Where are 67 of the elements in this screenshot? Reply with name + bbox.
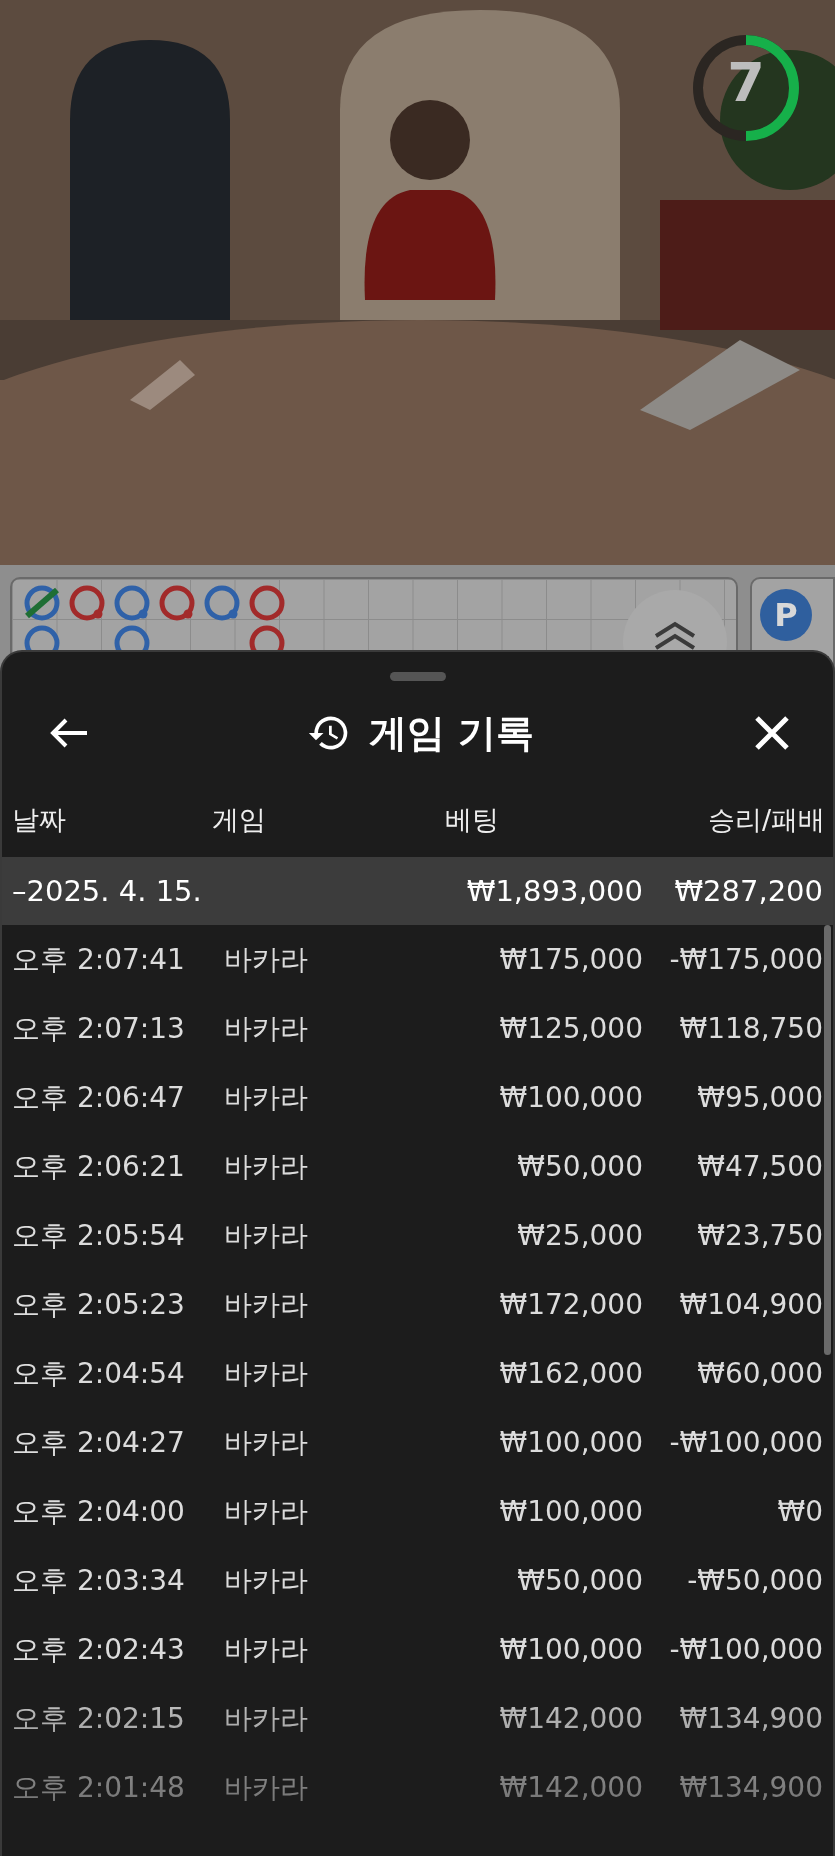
bet-cell-text: ₩175,000 <box>498 943 643 976</box>
time-cell-text: 오후 2:06:21 <box>12 1148 186 1185</box>
countdown-number: 7 <box>726 56 766 110</box>
bet-cell-text: ₩100,000 <box>498 1495 643 1528</box>
result-cell-text: -₩100,000 <box>668 1633 823 1666</box>
time-cell-text: 오후 2:04:00 <box>12 1493 186 1530</box>
date-cell-text: –2025. 4. 15. <box>12 874 203 908</box>
result-cell-text: ₩0 <box>776 1495 823 1528</box>
date-summary-row[interactable]: –2025. 4. 15. ₩1,893,000 ₩287,200 <box>2 857 833 925</box>
time-cell-text: 오후 2:02:15 <box>12 1700 186 1737</box>
bet-cell-text: ₩125,000 <box>498 1012 643 1045</box>
game-cell-text: 바카라 <box>224 1769 309 1806</box>
time-cell-text: 오후 2:04:54 <box>12 1355 186 1392</box>
time-cell-text: 오후 2:03:34 <box>12 1562 186 1599</box>
game-cell-text: 바카라 <box>224 1079 309 1116</box>
bet-cell-text: ₩162,000 <box>498 1357 643 1390</box>
bet-cell-text: ₩50,000 <box>516 1150 643 1183</box>
total-result-cell-text: ₩287,200 <box>673 874 823 908</box>
time-cell-text: 오후 2:07:41 <box>12 941 186 978</box>
result-cell-text: ₩134,900 <box>678 1702 823 1735</box>
bet-cell-text: ₩100,000 <box>498 1081 643 1114</box>
bet-cell-text: ₩25,000 <box>516 1219 643 1252</box>
result-cell-text: ₩47,500 <box>696 1150 823 1183</box>
close-icon <box>754 715 790 751</box>
game-cell-text: 바카라 <box>224 1493 309 1530</box>
result-cell-text: -₩100,000 <box>668 1426 823 1459</box>
game-cell-text: 바카라 <box>224 1700 309 1737</box>
column-header: 베팅 <box>445 803 500 837</box>
bet-cell-text: ₩172,000 <box>498 1288 643 1321</box>
game-cell-text: 바카라 <box>224 1217 309 1254</box>
result-cell-text: -₩50,000 <box>686 1564 823 1597</box>
time-cell-text: 오후 2:02:43 <box>12 1631 186 1668</box>
column-header: 승리/패배 <box>706 803 825 837</box>
bet-cell-text: ₩50,000 <box>516 1564 643 1597</box>
time-cell-text: 오후 2:04:27 <box>12 1424 186 1461</box>
drag-handle[interactable] <box>389 672 446 681</box>
result-cell-text: ₩134,900 <box>678 1771 823 1804</box>
game-cell-text: 바카라 <box>224 1286 309 1323</box>
game-cell-text: 바카라 <box>224 941 309 978</box>
game-cell-text: 바카라 <box>224 1631 309 1668</box>
time-cell-text: 오후 2:05:54 <box>12 1217 186 1254</box>
result-cell-text: ₩104,900 <box>678 1288 823 1321</box>
result-cell-text: -₩175,000 <box>668 943 823 976</box>
game-cell-text: 바카라 <box>224 1010 309 1047</box>
player-badge: P <box>760 589 812 641</box>
time-cell-text: 오후 2:06:47 <box>12 1079 186 1116</box>
bet-cell-text: ₩100,000 <box>498 1426 643 1459</box>
bet-cell-text: ₩100,000 <box>498 1633 643 1666</box>
sheet-title: 게임 기록 <box>368 709 535 757</box>
result-cell-text: ₩95,000 <box>696 1081 823 1114</box>
column-header: 날짜 <box>12 803 67 837</box>
time-cell-text: 오후 2:01:48 <box>12 1769 186 1806</box>
scrollbar[interactable] <box>824 925 831 1355</box>
back-arrow-icon <box>49 717 89 749</box>
bet-cell-text: ₩142,000 <box>498 1771 643 1804</box>
column-header: 게임 <box>212 803 267 837</box>
game-cell-text: 바카라 <box>224 1424 309 1461</box>
time-cell-text: 오후 2:05:23 <box>12 1286 186 1323</box>
game-cell-text: 바카라 <box>224 1355 309 1392</box>
result-cell-text: ₩23,750 <box>696 1219 823 1252</box>
time-cell-text: 오후 2:07:13 <box>12 1010 186 1047</box>
game-cell-text: 바카라 <box>224 1148 309 1185</box>
result-cell-text: ₩60,000 <box>696 1357 823 1390</box>
total-bet-cell-text: ₩1,893,000 <box>465 874 643 908</box>
result-cell-text: ₩118,750 <box>678 1012 823 1045</box>
game-cell-text: 바카라 <box>224 1562 309 1599</box>
bet-cell-text: ₩142,000 <box>498 1702 643 1735</box>
